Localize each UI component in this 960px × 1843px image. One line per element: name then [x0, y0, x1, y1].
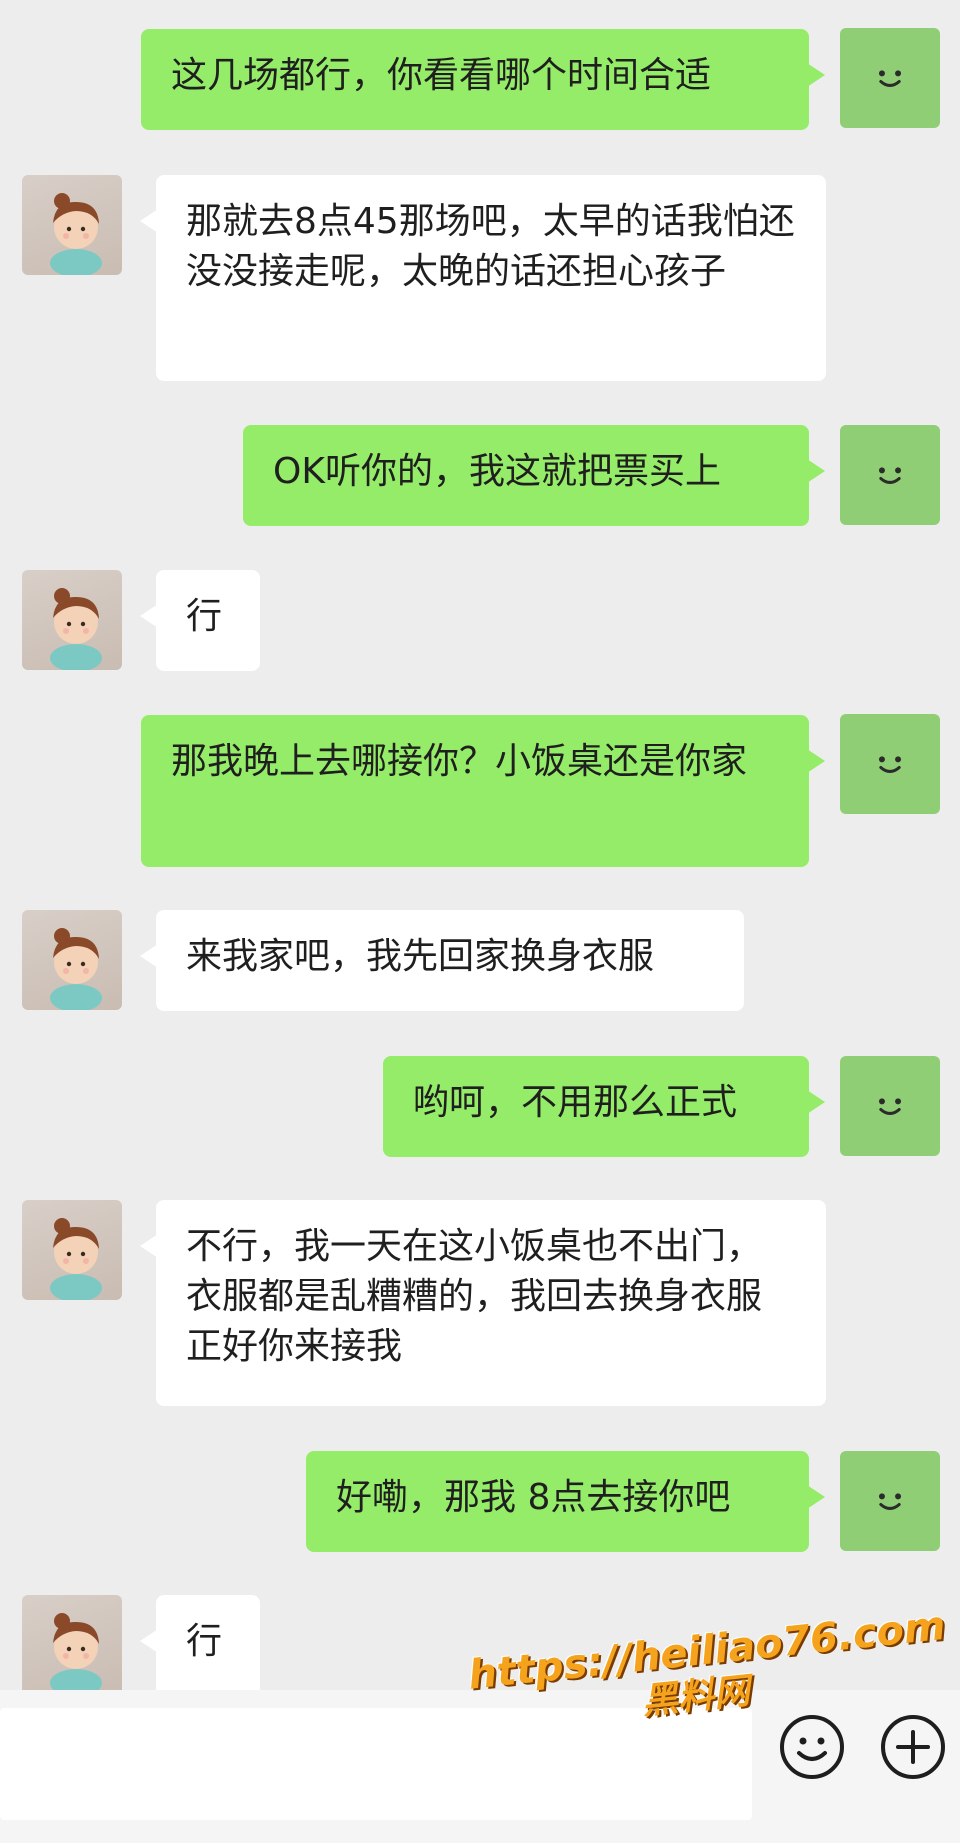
message-bubble-sent[interactable]: 那我晚上去哪接你？小饭桌还是你家	[141, 715, 825, 867]
contact-avatar[interactable]	[22, 570, 122, 670]
plus-circle-icon	[881, 1715, 945, 1779]
message-text: 行	[186, 596, 223, 637]
contact-avatar[interactable]	[22, 175, 122, 275]
message-text: OK听你的，我这就把票买上	[273, 451, 721, 492]
message-bubble-sent[interactable]: 好嘞，那我 8点去接你吧	[306, 1451, 825, 1552]
message-bubble-received[interactable]: 行	[140, 1595, 260, 1690]
message-bubble-sent[interactable]: 哟呵，不用那么正式	[383, 1056, 825, 1157]
message-text: 行	[186, 1621, 223, 1662]
message-bubble-received[interactable]: 来我家吧，我先回家换身衣服	[140, 910, 744, 1011]
smile-avatar-icon	[878, 1493, 902, 1510]
contact-avatar[interactable]	[22, 910, 122, 1010]
cartoon-girl-avatar-icon	[50, 1218, 102, 1300]
message-text: 那就去8点45那场吧，太早的话我怕还没没接走呢，太晚的话还担心孩子	[186, 201, 795, 292]
contact-avatar[interactable]	[22, 1595, 122, 1695]
message-bubble-sent[interactable]: OK听你的，我这就把票买上	[243, 425, 825, 526]
contact-avatar[interactable]	[22, 1200, 122, 1300]
message-bubble-received[interactable]: 那就去8点45那场吧，太早的话我怕还没没接走呢，太晚的话还担心孩子	[140, 175, 826, 381]
my-avatar[interactable]	[840, 28, 940, 128]
message-bubble-received[interactable]: 行	[140, 570, 260, 671]
chat-area[interactable]: 这几场都行，你看看哪个时间合适 那就去8点45那场吧，太早的话我怕还没没接走呢，…	[0, 0, 960, 1695]
message-bubble-sent[interactable]: 这几场都行，你看看哪个时间合适	[141, 29, 825, 130]
cartoon-girl-avatar-icon	[50, 1613, 102, 1695]
cartoon-girl-avatar-icon	[50, 588, 102, 670]
message-bubble-received[interactable]: 不行，我一天在这小饭桌也不出门，衣服都是乱糟糟的，我回去换身衣服正好你来接我	[140, 1200, 826, 1406]
smile-avatar-icon	[878, 70, 902, 87]
message-text: 那我晚上去哪接你？小饭桌还是你家	[171, 741, 748, 782]
message-text: 这几场都行，你看看哪个时间合适	[171, 55, 712, 96]
message-text: 哟呵，不用那么正式	[413, 1082, 738, 1123]
message-text: 来我家吧，我先回家换身衣服	[186, 936, 655, 977]
smile-avatar-icon	[878, 467, 902, 484]
more-button[interactable]	[879, 1713, 947, 1781]
my-avatar[interactable]	[840, 1451, 940, 1551]
smile-avatar-icon	[878, 756, 902, 773]
my-avatar[interactable]	[840, 714, 940, 814]
my-avatar[interactable]	[840, 1056, 940, 1156]
my-avatar[interactable]	[840, 425, 940, 525]
message-text: 不行，我一天在这小饭桌也不出门，衣服都是乱糟糟的，我回去换身衣服正好你来接我	[186, 1226, 763, 1367]
message-text: 好嘞，那我 8点去接你吧	[336, 1477, 731, 1518]
smile-avatar-icon	[878, 1098, 902, 1115]
cartoon-girl-avatar-icon	[50, 928, 102, 1010]
cartoon-girl-avatar-icon	[50, 193, 102, 275]
